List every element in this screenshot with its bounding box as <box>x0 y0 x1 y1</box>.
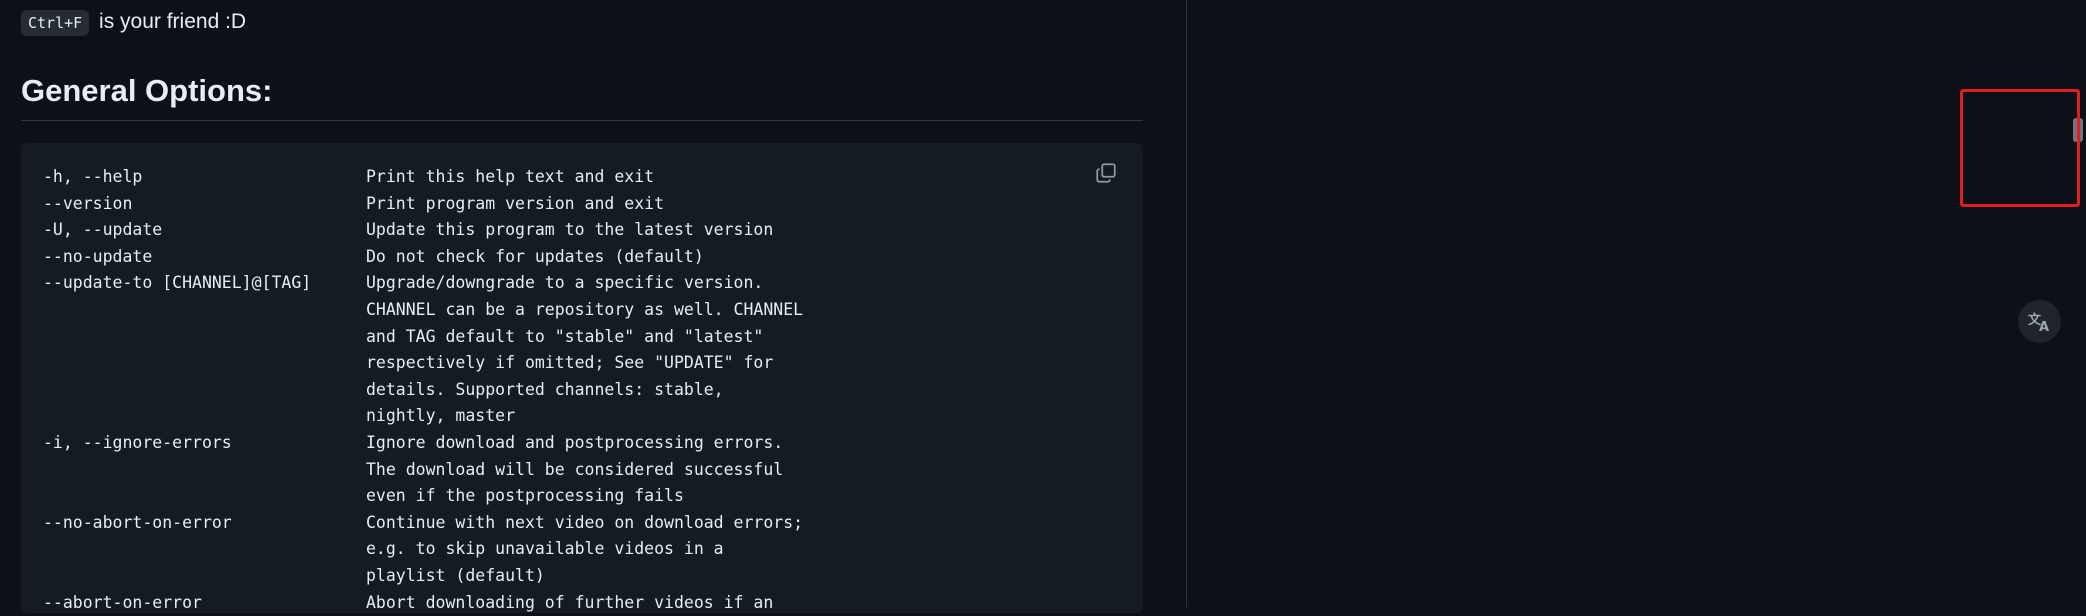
option-flag: -i, --ignore-errors <box>43 430 366 457</box>
option-flag: --version <box>43 191 366 218</box>
option-description: Print program version and exit <box>366 191 664 218</box>
option-description: respectively if omitted; See "UPDATE" fo… <box>366 350 773 377</box>
copy-icon <box>1096 163 1116 183</box>
option-row: e.g. to skip unavailable videos in a <box>43 536 803 563</box>
option-row: --update-to [CHANNEL]@[TAG]Upgrade/downg… <box>43 270 803 297</box>
option-row: -i, --ignore-errorsIgnore download and p… <box>43 430 803 457</box>
option-flag: -h, --help <box>43 164 366 191</box>
option-row: The download will be considered successf… <box>43 457 803 484</box>
pane-divider <box>1186 0 1187 607</box>
copy-button[interactable] <box>1092 159 1120 187</box>
option-flag: -U, --update <box>43 217 366 244</box>
option-flag: --abort-on-error <box>43 590 366 616</box>
option-flag: --no-abort-on-error <box>43 510 366 537</box>
option-flag <box>43 350 366 377</box>
intro-text: is your friend :D <box>99 10 246 33</box>
section-heading: General Options: <box>21 70 272 112</box>
option-description: Continue with next video on download err… <box>366 510 803 537</box>
option-description: CHANNEL can be a repository as well. CHA… <box>366 297 803 324</box>
option-flag: --update-to [CHANNEL]@[TAG] <box>43 270 366 297</box>
option-description: playlist (default) <box>366 563 545 590</box>
option-flag <box>43 483 366 510</box>
option-description: Do not check for updates (default) <box>366 244 704 271</box>
readme-content: Ctrl+F is your friend :D General Options… <box>0 0 1186 607</box>
translate-icon: 文 A <box>2027 311 2053 333</box>
option-list: -h, --helpPrint this help text and exit-… <box>43 164 803 616</box>
option-flag <box>43 457 366 484</box>
option-description: Abort downloading of further videos if a… <box>366 590 773 616</box>
option-row: even if the postprocessing fails <box>43 483 803 510</box>
option-row: nightly, master <box>43 403 803 430</box>
option-description: even if the postprocessing fails <box>366 483 684 510</box>
option-flag <box>43 297 366 324</box>
option-flag <box>43 324 366 351</box>
option-flag <box>43 563 366 590</box>
option-row: -U, --updateUpdate this program to the l… <box>43 217 803 244</box>
heading-underline <box>21 120 1143 121</box>
option-description: Print this help text and exit <box>366 164 654 191</box>
option-description: Ignore download and postprocessing error… <box>366 430 783 457</box>
option-row: --no-updateDo not check for updates (def… <box>43 244 803 271</box>
option-flag <box>43 403 366 430</box>
option-description: Upgrade/downgrade to a specific version. <box>366 270 763 297</box>
highlight-box <box>1960 89 2080 207</box>
option-row: --abort-on-errorAbort downloading of fur… <box>43 590 803 616</box>
option-flag <box>43 536 366 563</box>
option-description: The download will be considered successf… <box>366 457 783 484</box>
svg-text:A: A <box>2039 320 2049 333</box>
option-description: and TAG default to "stable" and "latest" <box>366 324 763 351</box>
option-description: Update this program to the latest versio… <box>366 217 773 244</box>
intro-line: Ctrl+F is your friend :D <box>21 6 246 38</box>
option-description: details. Supported channels: stable, <box>366 377 724 404</box>
option-row: --no-abort-on-errorContinue with next vi… <box>43 510 803 537</box>
option-row: -h, --helpPrint this help text and exit <box>43 164 803 191</box>
option-row: --versionPrint program version and exit <box>43 191 803 218</box>
option-flag <box>43 377 366 404</box>
option-flag: --no-update <box>43 244 366 271</box>
option-description: nightly, master <box>366 403 515 430</box>
option-row: CHANNEL can be a repository as well. CHA… <box>43 297 803 324</box>
keyboard-shortcut: Ctrl+F <box>21 10 89 36</box>
option-row: respectively if omitted; See "UPDATE" fo… <box>43 350 803 377</box>
option-row: and TAG default to "stable" and "latest" <box>43 324 803 351</box>
translate-button[interactable]: 文 A <box>2018 300 2061 343</box>
option-description: e.g. to skip unavailable videos in a <box>366 536 724 563</box>
option-row: playlist (default) <box>43 563 803 590</box>
option-row: details. Supported channels: stable, <box>43 377 803 404</box>
